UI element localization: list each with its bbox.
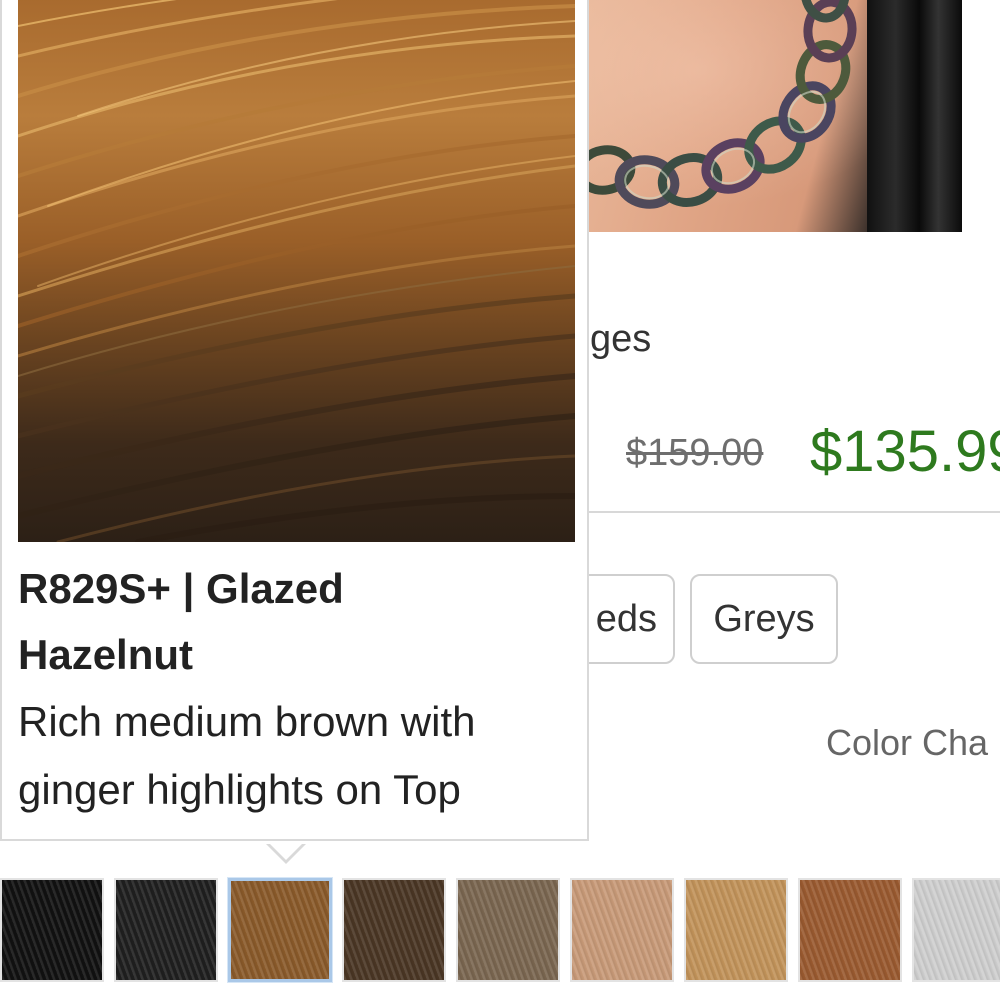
swatch-texture [914, 880, 1000, 980]
color-swatch[interactable] [684, 878, 788, 982]
tooltip-color-description: Rich medium brown with ginger highlights… [18, 688, 578, 824]
color-swatch[interactable] [0, 878, 104, 982]
tooltip-title-line-1: R829S+ | Glazed [18, 565, 344, 612]
original-price: $159.00 [626, 432, 764, 474]
hair-texture [18, 0, 575, 542]
filter-greys-label: Greys [713, 597, 815, 640]
swatch-texture [686, 880, 786, 980]
swatch-texture [344, 880, 444, 980]
color-swatch[interactable] [912, 878, 1000, 982]
color-swatch[interactable] [342, 878, 446, 982]
color-chart-link[interactable]: Color Cha [826, 722, 988, 764]
partial-heading-text: ges [590, 318, 652, 360]
color-swatch[interactable] [456, 878, 560, 982]
color-swatch[interactable] [570, 878, 674, 982]
tooltip-title-line-2: Hazelnut [18, 631, 194, 678]
tooltip-desc-line-2: ginger highlights on Top [18, 766, 461, 813]
color-tooltip: R829S+ | Glazed Hazelnut Rich medium bro… [0, 0, 589, 841]
sale-price: $135.99 [810, 419, 1000, 484]
tooltip-hair-swatch-image [18, 0, 575, 542]
color-swatch[interactable] [798, 878, 902, 982]
swatch-texture [458, 880, 558, 980]
filter-greys-button[interactable]: Greys [690, 574, 838, 664]
product-photo [585, 0, 962, 232]
filter-reds-label: eds [595, 597, 657, 640]
swatch-texture [231, 881, 329, 979]
chain-bracelet-graphic [585, 0, 857, 209]
tooltip-desc-line-1: Rich medium brown with [18, 698, 476, 745]
swatch-texture [116, 880, 216, 980]
color-swatch-strip [0, 878, 1000, 984]
tooltip-color-name: R829S+ | Glazed Hazelnut [18, 556, 558, 688]
swatch-texture [572, 880, 672, 980]
section-divider [586, 511, 1000, 513]
swatch-texture [2, 880, 102, 980]
color-swatch-selected[interactable] [228, 878, 332, 982]
swatch-texture [800, 880, 900, 980]
color-swatch[interactable] [114, 878, 218, 982]
tooltip-pointer-arrow [266, 842, 306, 864]
